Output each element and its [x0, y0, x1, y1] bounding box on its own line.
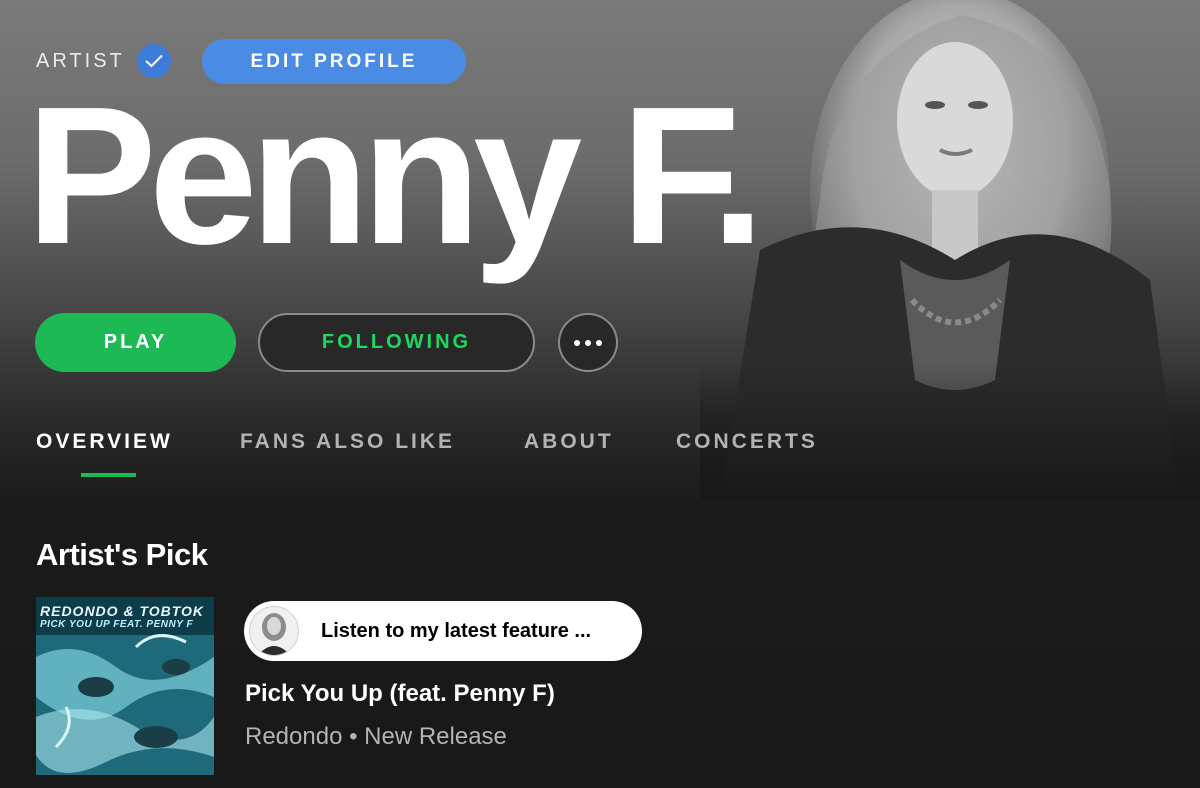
cover-title-text: PICK YOU UP FEAT. PENNY F [40, 619, 194, 630]
more-options-icon [585, 339, 591, 346]
track-title[interactable]: Pick You Up (feat. Penny F) [245, 680, 555, 708]
following-button[interactable]: FOLLOWING [258, 313, 535, 372]
track-meta: Redondo • New Release [245, 723, 507, 750]
cover-artist-text: REDONDO & TOBTOK [40, 603, 205, 619]
more-options-icon [574, 339, 580, 346]
active-tab-indicator [81, 473, 136, 477]
play-button[interactable]: PLAY [35, 313, 236, 372]
tab-fans-also-like[interactable]: FANS ALSO LIKE [240, 430, 455, 454]
avatar [249, 606, 299, 656]
artist-name: Penny F. [26, 66, 765, 285]
tab-concerts[interactable]: CONCERTS [676, 430, 818, 454]
tab-overview[interactable]: OVERVIEW [36, 430, 173, 454]
artists-pick-message[interactable]: Listen to my latest feature ... [244, 601, 642, 661]
more-options-button[interactable] [558, 313, 618, 372]
artists-pick-heading: Artist's Pick [36, 537, 208, 572]
pick-message-text: Listen to my latest feature ... [321, 619, 592, 642]
tab-about[interactable]: ABOUT [524, 430, 614, 454]
more-options-icon [596, 339, 602, 346]
album-cover[interactable]: REDONDO & TOBTOK PICK YOU UP FEAT. PENNY… [36, 597, 214, 775]
